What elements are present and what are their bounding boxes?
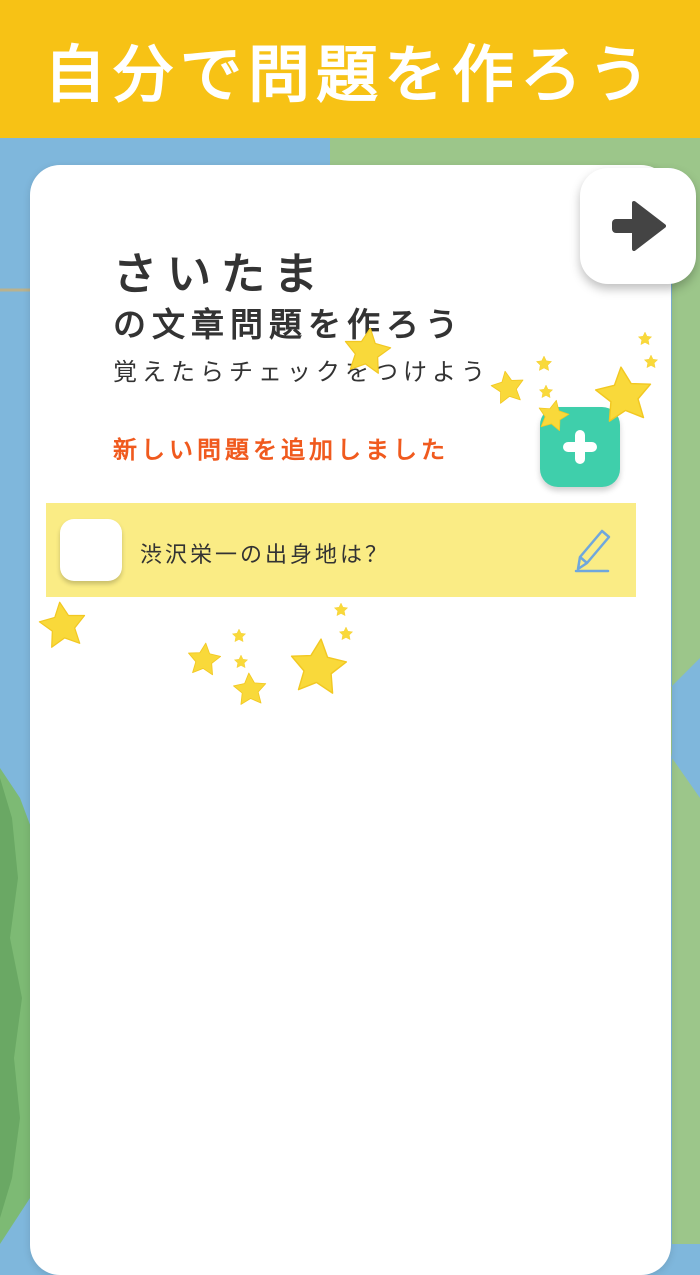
banner-title: 自分で問題を作ろう bbox=[43, 38, 656, 111]
plus-icon bbox=[563, 430, 597, 464]
page-subtitle: の文章問題を作ろう bbox=[113, 305, 464, 344]
question-row[interactable]: 渋沢栄一の出身地は？ bbox=[46, 503, 636, 597]
hint-text: 覚えたらチェックをつけよう bbox=[113, 358, 490, 386]
add-question-button[interactable] bbox=[540, 407, 620, 487]
question-checkbox[interactable] bbox=[60, 519, 122, 581]
pencil-icon[interactable] bbox=[572, 525, 612, 575]
status-message: 新しい問題を追加しました bbox=[113, 436, 449, 464]
prefecture-title: さいたま bbox=[113, 249, 328, 300]
arrow-right-icon bbox=[612, 201, 666, 251]
header-banner: 自分で問題を作ろう bbox=[0, 0, 700, 138]
next-button[interactable] bbox=[580, 168, 696, 284]
question-text: 渋沢栄一の出身地は？ bbox=[140, 543, 391, 568]
